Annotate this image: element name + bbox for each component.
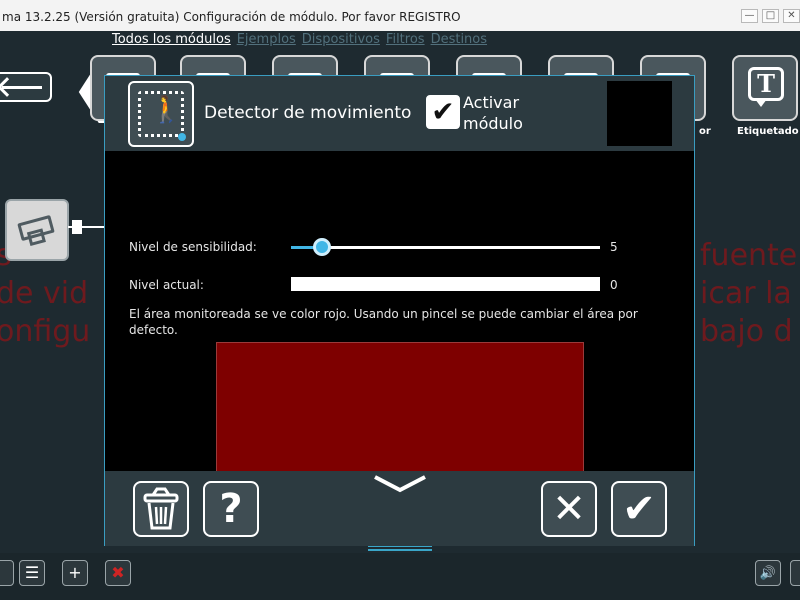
cross-icon: ✕: [552, 486, 586, 532]
status-dot-icon: [178, 133, 186, 141]
sound-button[interactable]: 🔊: [755, 560, 781, 586]
current-level-meter: [291, 277, 600, 291]
monitored-area-help: El área monitoreada se ve color rojo. Us…: [129, 307, 638, 337]
toolbar-module-labeled-label: Etiquetado: [737, 126, 799, 137]
minimize-button[interactable]: —: [741, 9, 758, 23]
question-mark-icon: ?: [219, 486, 243, 532]
sensitivity-slider[interactable]: [291, 238, 600, 256]
camera-source-node[interactable]: [5, 199, 69, 261]
maximize-button[interactable]: □: [762, 9, 779, 23]
module-title: Detector de movimiento: [204, 103, 412, 123]
background-hint-line2: de vid: [0, 276, 89, 311]
background-hint-line1-right: fuente: [700, 238, 798, 273]
menu-examples[interactable]: Ejemplos: [237, 32, 296, 47]
ok-button[interactable]: ✔: [611, 481, 667, 537]
delete-button[interactable]: ✖: [105, 560, 131, 586]
cctv-camera-icon: [17, 214, 55, 242]
close-button[interactable]: ✕: [783, 9, 800, 23]
sensitivity-value: 5: [610, 240, 618, 254]
module-config-dialog: 🚶 Detector de movimiento ✔ Activar módul…: [104, 75, 695, 546]
checkmark-icon: ✔: [622, 486, 656, 532]
list-button[interactable]: ☰: [19, 560, 45, 586]
window-controls: — □ ✕: [741, 9, 800, 23]
menu-filters[interactable]: Filtros: [386, 32, 425, 47]
category-menu: Todos los módulos Ejemplos Dispositivos …: [112, 32, 487, 47]
current-level-value: 0: [610, 278, 618, 292]
menu-destinations[interactable]: Destinos: [431, 32, 487, 47]
motion-detector-icon: 🚶: [128, 81, 194, 147]
node-connector: [68, 220, 104, 234]
help-button[interactable]: ?: [203, 481, 259, 537]
video-preview: [607, 81, 672, 146]
enable-module-checkbox[interactable]: ✔: [426, 95, 460, 129]
text-label-icon: T: [748, 67, 784, 107]
background-hint-line3: onfigu: [0, 314, 91, 349]
bottom-right-button[interactable]: [790, 560, 800, 586]
background-hint-line3-right: bajo d: [700, 314, 793, 349]
enable-module-label[interactable]: Activar módulo: [463, 92, 553, 134]
add-button[interactable]: +: [62, 560, 88, 586]
monitored-area-canvas[interactable]: [216, 342, 584, 471]
cancel-button[interactable]: ✕: [541, 481, 597, 537]
sensitivity-slider-thumb[interactable]: [312, 238, 331, 256]
bottom-left-button[interactable]: [0, 560, 14, 586]
background-hint-line2-right: icar la: [700, 276, 792, 311]
window-title: ma 13.2.25 (Versión gratuita) Configurac…: [2, 10, 461, 24]
walking-person-icon: 🚶: [150, 95, 183, 125]
title-bar: ma 13.2.25 (Versión gratuita) Configurac…: [0, 0, 800, 31]
dialog-header: 🚶 Detector de movimiento ✔ Activar módul…: [105, 76, 694, 151]
expand-chevron-icon[interactable]: [372, 473, 428, 495]
back-arrow-head-icon: [0, 77, 17, 97]
back-button[interactable]: [0, 72, 52, 102]
toolbar-module-7-label: or: [699, 126, 711, 137]
trash-icon: [143, 487, 179, 530]
current-level-label: Nivel actual:: [129, 278, 204, 292]
menu-all-modules[interactable]: Todos los módulos: [112, 32, 231, 47]
dialog-body: Nivel de sensibilidad: 5 Nivel actual: 0…: [105, 151, 694, 471]
toolbar-module-labeled[interactable]: T: [732, 55, 798, 121]
sensitivity-label: Nivel de sensibilidad:: [129, 240, 257, 254]
clear-area-button[interactable]: [133, 481, 189, 537]
dialog-footer: ? ✕ ✔: [105, 471, 694, 546]
menu-devices[interactable]: Dispositivos: [302, 32, 380, 47]
